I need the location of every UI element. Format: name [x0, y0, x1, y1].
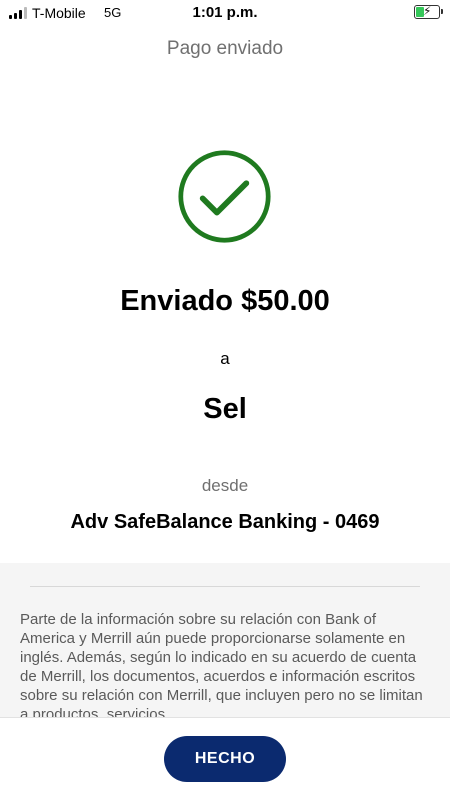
- done-button[interactable]: HECHO: [164, 736, 286, 782]
- footer: HECHO: [0, 717, 450, 800]
- status-time: 1:01 p.m.: [192, 4, 258, 21]
- recipient-name: Sel: [203, 393, 247, 425]
- check-circle-icon: [178, 150, 271, 243]
- divider: [30, 586, 420, 587]
- disclosure-section[interactable]: Parte de la información sobre su relació…: [0, 563, 450, 717]
- battery-charging-icon: ⚡: [414, 4, 443, 19]
- sent-amount: Enviado $50.00: [120, 285, 330, 317]
- from-label: desde: [201, 476, 249, 495]
- page-title: Pago enviado: [166, 38, 284, 59]
- connector-text: a: [220, 349, 230, 368]
- source-account: Adv SafeBalance Banking - 0469: [70, 511, 380, 533]
- disclosure-text: Parte de la información sobre su relació…: [20, 611, 423, 717]
- status-bar: T-Mobile 5G 1:01 p.m. ⚡: [0, 0, 450, 26]
